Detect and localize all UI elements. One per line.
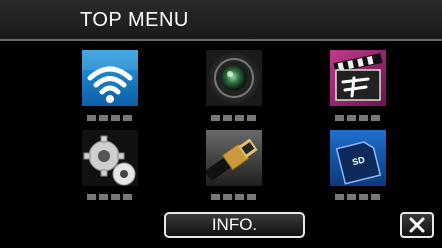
page-indicator-dots	[87, 115, 132, 121]
camera-lens-icon	[206, 50, 262, 106]
sd-card-icon: SD	[330, 130, 386, 186]
close-icon	[409, 217, 425, 233]
effect-icon	[330, 50, 386, 106]
page-indicator-dots	[335, 115, 380, 121]
camera-menu-tile[interactable]	[206, 50, 262, 106]
info-button-label: INFO.	[211, 215, 258, 234]
info-button[interactable]: INFO.	[164, 212, 305, 238]
hdmi-cable-icon	[206, 130, 262, 186]
close-button[interactable]	[400, 212, 434, 238]
top-menu-header: TOP MENU	[0, 0, 442, 41]
effect-menu-tile[interactable]	[330, 50, 386, 106]
page-indicator-dots	[87, 194, 132, 200]
page-indicator-dots	[211, 194, 256, 200]
wifi-menu-tile[interactable]	[82, 50, 138, 106]
settings-menu-tile[interactable]	[82, 130, 138, 186]
settings-gears-icon	[82, 130, 138, 186]
page-indicator-dots	[335, 194, 380, 200]
media-menu-tile[interactable]: SD	[330, 130, 386, 186]
connection-menu-tile[interactable]	[206, 130, 262, 186]
page-title: TOP MENU	[80, 9, 189, 31]
page-indicator-dots	[211, 115, 256, 121]
wifi-icon	[82, 50, 138, 106]
